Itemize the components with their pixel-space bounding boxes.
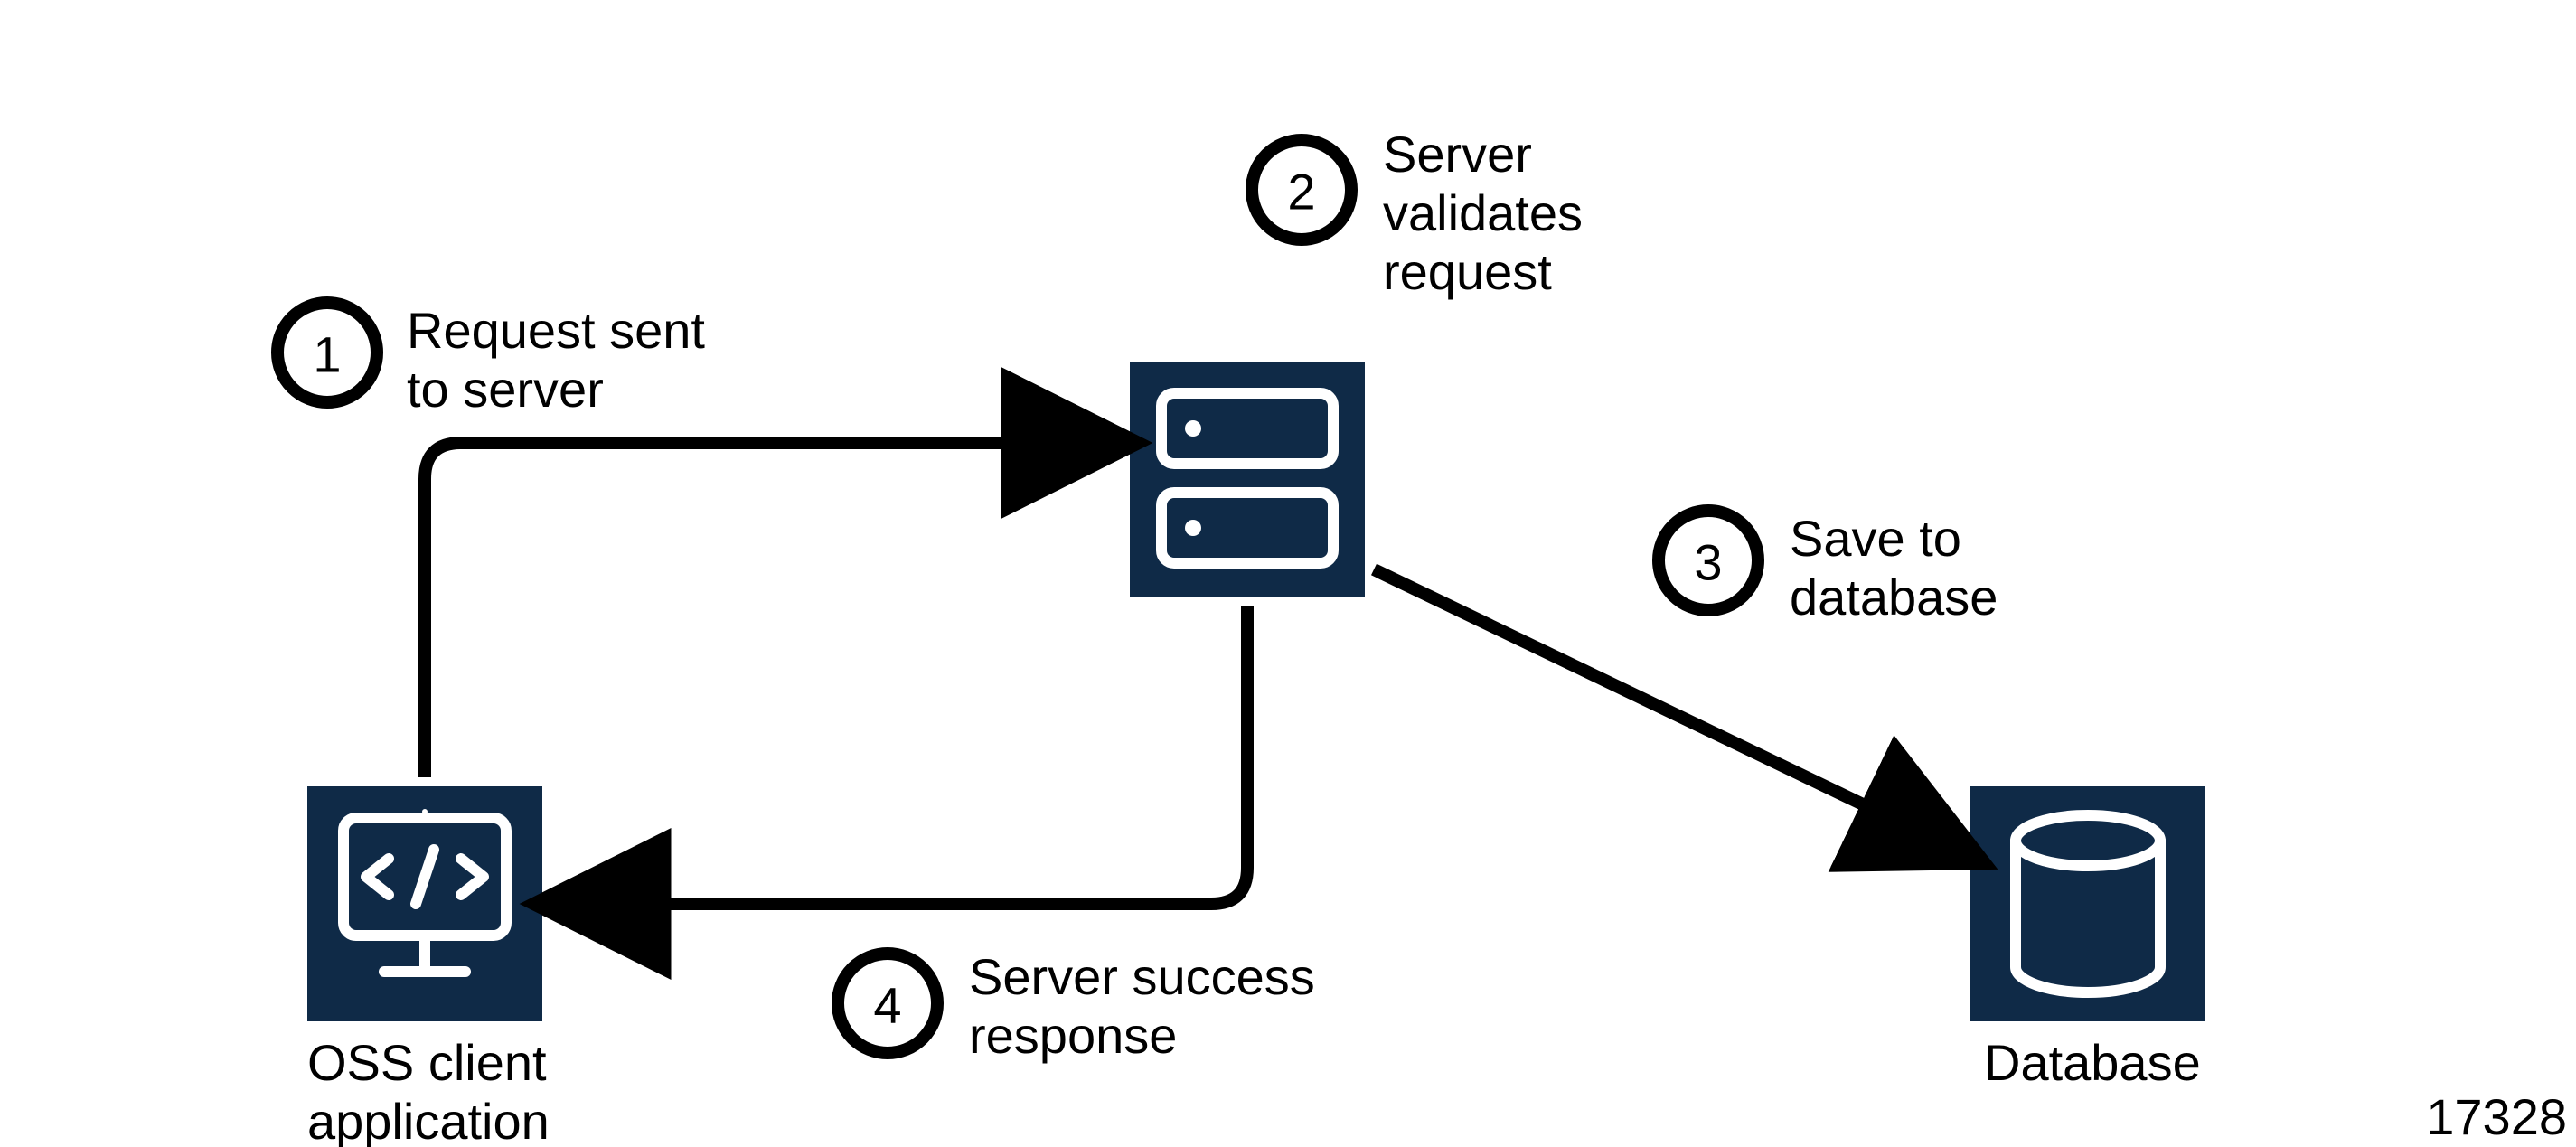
- step-2-num: 2: [1287, 164, 1315, 221]
- node-client: OSS client application: [307, 786, 550, 1147]
- node-database: Database: [1970, 786, 2205, 1091]
- flow-4: [565, 606, 1247, 904]
- step-4-l1: Server success: [969, 948, 1315, 1005]
- step-2-l1: Server: [1383, 126, 1532, 183]
- diagram-canvas: OSS client application Database 1 Reques…: [0, 0, 2576, 1147]
- step-3-num: 3: [1694, 534, 1722, 591]
- client-label-l1: OSS client: [307, 1034, 547, 1091]
- client-label-l2: application: [307, 1093, 550, 1147]
- step-3-l2: database: [1790, 569, 1998, 625]
- step-4: 4 Server success response: [838, 948, 1315, 1064]
- step-1: 1 Request sent to server: [277, 302, 705, 418]
- step-1-l2: to server: [407, 361, 604, 418]
- figure-id: 17328: [2426, 1088, 2567, 1145]
- step-3-l1: Save to: [1790, 510, 1961, 567]
- step-4-num: 4: [873, 977, 901, 1034]
- step-2: 2 Server validates request: [1252, 126, 1583, 300]
- node-server: [1130, 362, 1365, 597]
- step-2-l3: request: [1383, 243, 1552, 300]
- database-label-l1: Database: [1984, 1034, 2201, 1091]
- step-1-num: 1: [313, 326, 341, 383]
- step-4-l2: response: [969, 1007, 1177, 1064]
- flow-1: [425, 443, 1107, 777]
- step-1-l1: Request sent: [407, 302, 705, 359]
- step-3: 3 Save to database: [1659, 510, 1998, 625]
- step-2-l2: validates: [1383, 184, 1583, 241]
